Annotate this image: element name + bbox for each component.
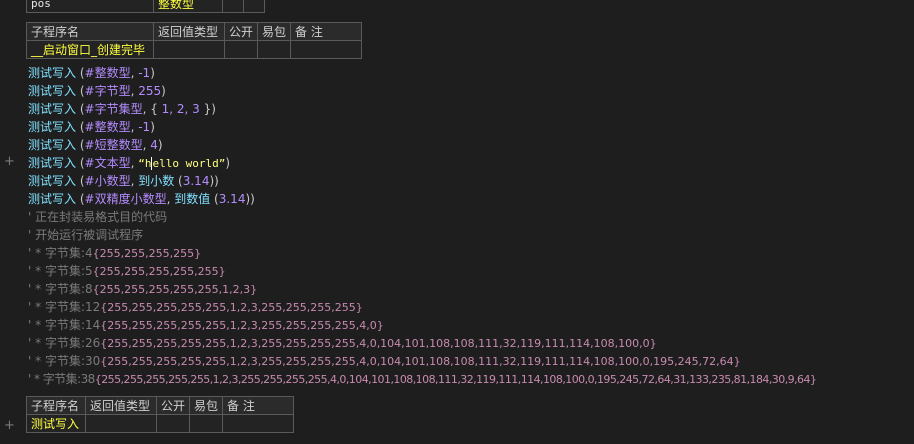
variable-cell[interactable] bbox=[222, 0, 244, 13]
output-line[interactable]: ' * 字节集:14{255,255,255,255,255,1,2,3,255… bbox=[28, 316, 384, 334]
command-name: 测试写入 bbox=[28, 120, 77, 134]
command-name: 测试写入 bbox=[28, 66, 77, 80]
constant: #整数型 bbox=[84, 120, 131, 134]
col-header-subname: 子程序名 bbox=[26, 22, 154, 41]
col-header-return-type: 返回值类型 bbox=[153, 22, 225, 41]
constant: #小数型 bbox=[84, 174, 131, 188]
output-line[interactable]: ' * 字节集:26{255,255,255,255,255,1,2,3,255… bbox=[28, 334, 657, 352]
col-header-public: 公开 bbox=[223, 22, 259, 41]
subprogram-return-type[interactable] bbox=[153, 40, 225, 59]
output-line[interactable]: ' * 字节集:12{255,255,255,255,255,1,2,3,255… bbox=[28, 298, 363, 316]
command-name: 测试写入 bbox=[28, 192, 77, 206]
subprogram-epackage[interactable] bbox=[257, 40, 292, 59]
subprogram-public[interactable] bbox=[155, 414, 191, 433]
code-line[interactable]: 测试写入 (#双精度小数型, 到数值 (3.14)) bbox=[28, 190, 255, 208]
constant: #文本型 bbox=[84, 156, 131, 170]
code-line-current[interactable]: 测试写入 (#文本型, “hello world”) bbox=[28, 154, 230, 172]
constant: #字节集型 bbox=[84, 102, 143, 116]
col-header-epackage: 易包 bbox=[257, 22, 292, 41]
code-line[interactable]: 测试写入 (#整数型, -1) bbox=[28, 118, 155, 136]
variable-table: pos 整数型 bbox=[26, 0, 265, 13]
output-line[interactable]: ' * 字节集:38{255,255,255,255,255,1,2,3,255… bbox=[28, 370, 817, 388]
col-header-remark: 备 注 bbox=[222, 396, 295, 415]
expand-icon[interactable]: + bbox=[4, 418, 15, 433]
command-name: 测试写入 bbox=[28, 84, 77, 98]
output-line[interactable]: ' * 字节集:8{255,255,255,255,255,1,2,3} bbox=[28, 280, 257, 298]
code-line[interactable]: 测试写入 (#字节型, 255) bbox=[28, 82, 166, 100]
output-line[interactable]: ' * 字节集:5{255,255,255,255,255} bbox=[28, 262, 226, 280]
subprogram-epackage[interactable] bbox=[189, 414, 224, 433]
output-line[interactable]: ' * 字节集:4{255,255,255,255} bbox=[28, 244, 201, 262]
subprogram-name[interactable]: 测试写入 bbox=[26, 414, 86, 433]
variable-cell[interactable] bbox=[243, 0, 265, 13]
code-line[interactable]: 测试写入 (#整数型, -1) bbox=[28, 64, 155, 82]
expand-icon[interactable]: + bbox=[4, 154, 15, 169]
function-name: 到小数 bbox=[138, 174, 175, 188]
col-header-return-type: 返回值类型 bbox=[85, 396, 157, 415]
variable-type[interactable]: 整数型 bbox=[153, 0, 223, 13]
col-header-remark: 备 注 bbox=[290, 22, 363, 41]
subprogram-remark[interactable] bbox=[222, 414, 295, 433]
constant: #整数型 bbox=[84, 66, 131, 80]
subprogram-table: 子程序名 返回值类型 公开 易包 备 注 __启动窗口_创建完毕 bbox=[26, 22, 363, 59]
command-name: 测试写入 bbox=[28, 138, 77, 152]
code-line[interactable]: 测试写入 (#字节集型, { 1, 2, 3 }) bbox=[28, 100, 216, 118]
subprogram-remark[interactable] bbox=[290, 40, 363, 59]
constant: #双精度小数型 bbox=[84, 192, 167, 206]
comment-line[interactable]: ' 正在封装易格式目的代码 bbox=[28, 208, 167, 226]
function-name: 到数值 bbox=[174, 192, 211, 206]
output-line[interactable]: ' * 字节集:30{255,255,255,255,255,1,2,3,255… bbox=[28, 352, 741, 370]
variable-name[interactable]: pos bbox=[26, 0, 154, 13]
code-line[interactable]: 测试写入 (#小数型, 到小数 (3.14)) bbox=[28, 172, 219, 190]
command-name: 测试写入 bbox=[28, 156, 77, 170]
col-header-epackage: 易包 bbox=[189, 396, 224, 415]
subprogram-table: 子程序名 返回值类型 公开 易包 备 注 测试写入 bbox=[26, 396, 295, 433]
command-name: 测试写入 bbox=[28, 174, 77, 188]
comment-line[interactable]: ' 开始运行被调试程序 bbox=[28, 226, 143, 244]
constant: #短整数型 bbox=[84, 138, 143, 152]
col-header-subname: 子程序名 bbox=[26, 396, 86, 415]
col-header-public: 公开 bbox=[155, 396, 191, 415]
subprogram-public[interactable] bbox=[223, 40, 259, 59]
subprogram-return-type[interactable] bbox=[85, 414, 157, 433]
code-line[interactable]: 测试写入 (#短整数型, 4) bbox=[28, 136, 163, 154]
command-name: 测试写入 bbox=[28, 102, 77, 116]
subprogram-name[interactable]: __启动窗口_创建完毕 bbox=[26, 40, 154, 59]
constant: #字节型 bbox=[84, 84, 131, 98]
